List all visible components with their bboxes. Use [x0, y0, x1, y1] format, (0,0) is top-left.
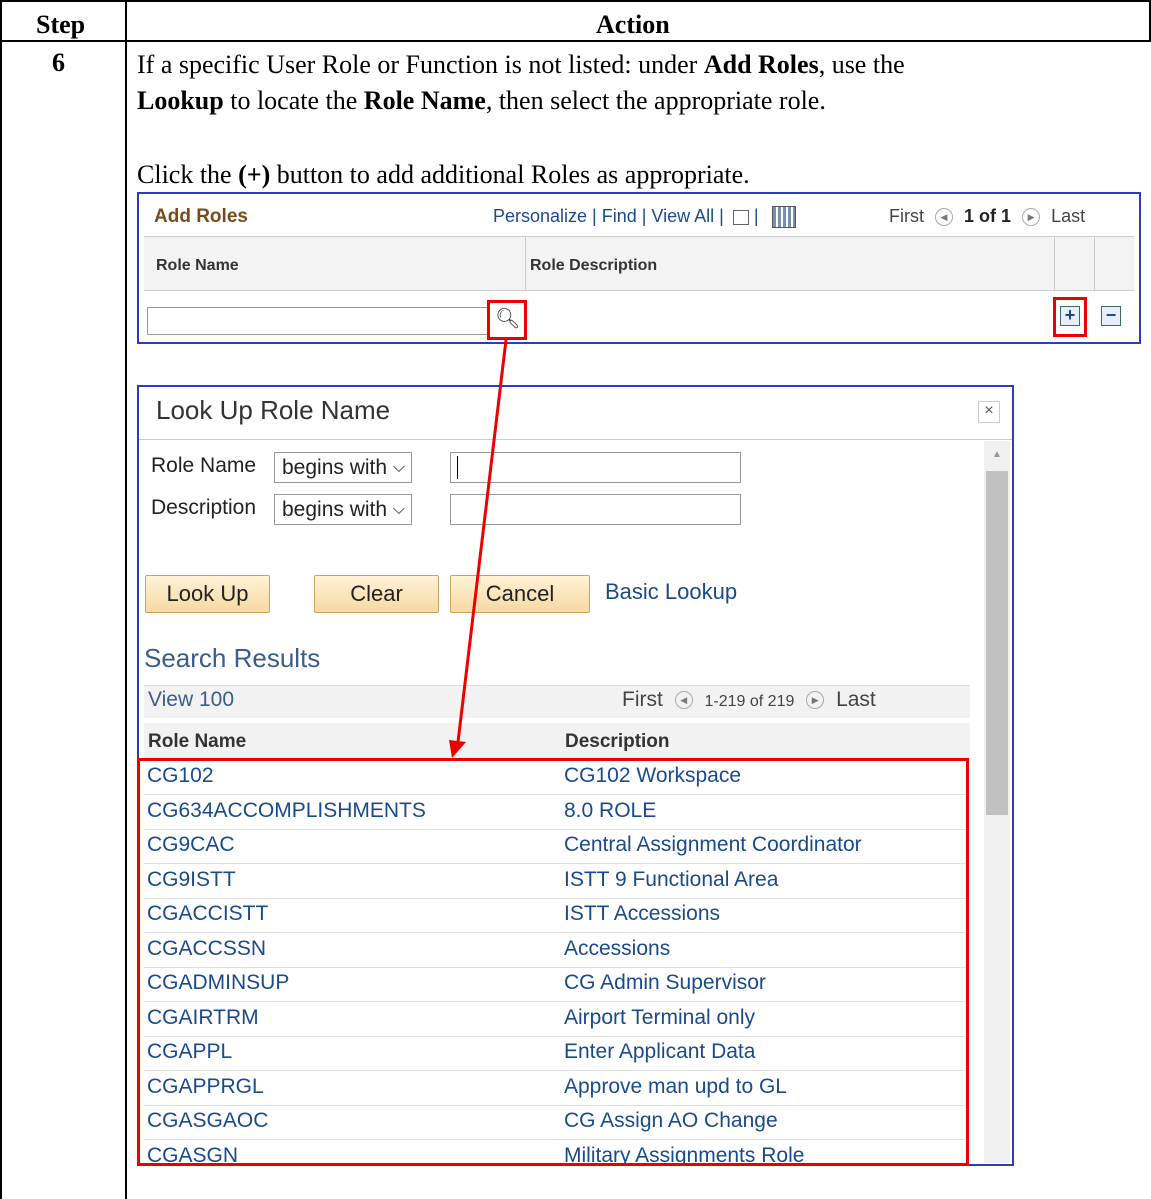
arrow-head	[449, 740, 466, 758]
callout-arrow	[449, 339, 508, 758]
arrow-line	[456, 339, 508, 743]
